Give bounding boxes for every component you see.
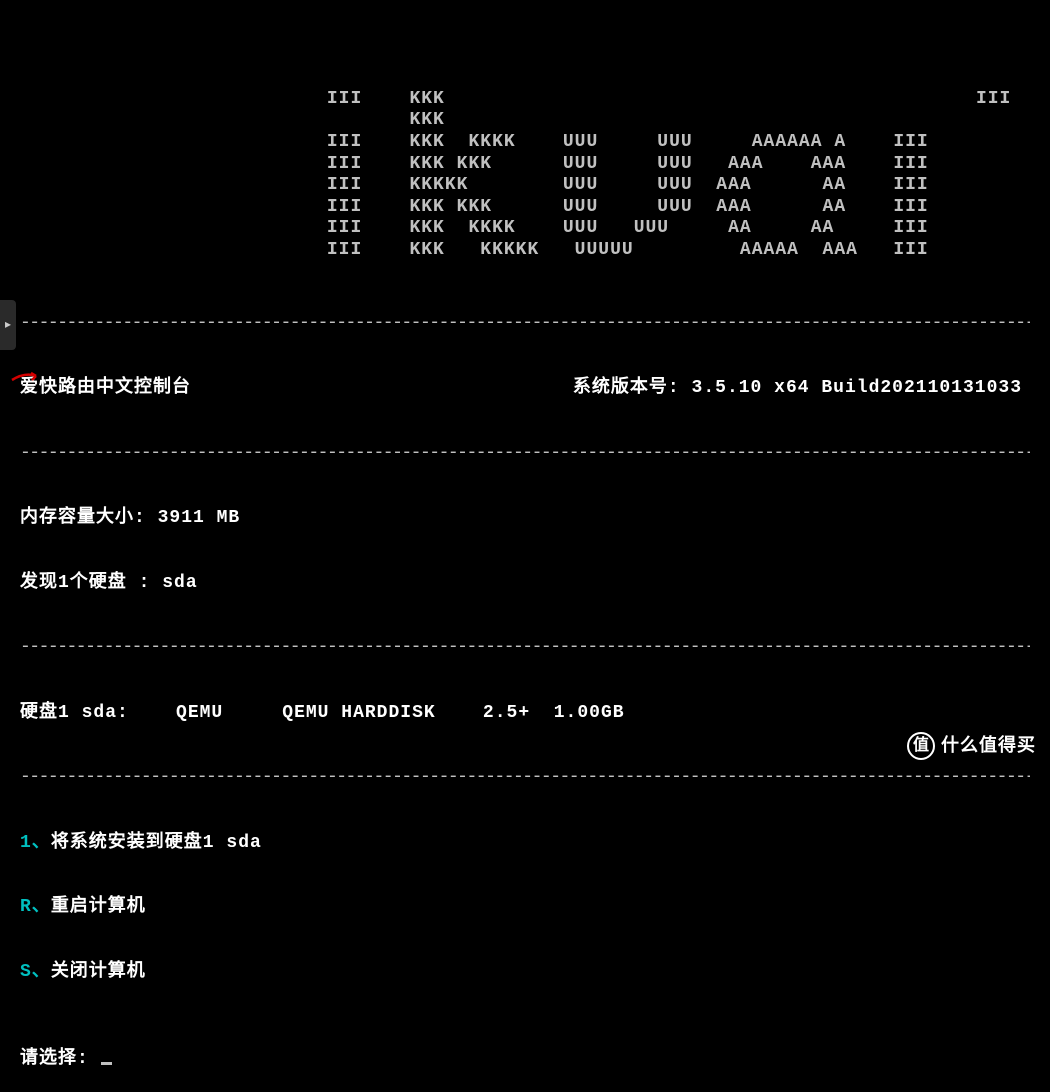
- memory-info: 内存容量大小: 3911 MB: [20, 508, 1030, 530]
- watermark: 值 什么值得买: [907, 732, 1036, 760]
- disk-detail: 硬盘1 sda: QEMU QEMU HARDDISK 2.5+ 1.00GB: [20, 703, 1030, 725]
- divider: ----------------------------------------…: [20, 637, 1030, 659]
- chevron-right-icon: ▸: [5, 318, 11, 332]
- watermark-text: 什么值得买: [941, 735, 1036, 757]
- menu-key-s: S、: [20, 962, 51, 982]
- side-tab-expand[interactable]: ▸: [0, 300, 16, 350]
- menu-item-restart[interactable]: R、重启计算机: [20, 897, 1030, 919]
- cursor-icon: [101, 1062, 112, 1065]
- prompt[interactable]: 请选择:: [20, 1049, 1030, 1071]
- ascii-logo: III KKK III KKK III KKK KKKK UUU UUU AAA…: [20, 67, 1030, 261]
- version-info: 系统版本号: 3.5.10 x64 Build202110131033: [573, 378, 1022, 400]
- menu-item-shutdown[interactable]: S、关闭计算机: [20, 962, 1030, 984]
- divider: ----------------------------------------…: [20, 443, 1030, 465]
- console-title: 爱快路由中文控制台: [20, 378, 191, 400]
- watermark-badge-icon: 值: [907, 732, 935, 760]
- menu-item-install[interactable]: 1、将系统安装到硬盘1 sda: [20, 833, 1030, 855]
- divider: ----------------------------------------…: [20, 767, 1030, 789]
- menu-key-1: 1、: [20, 833, 51, 853]
- disk-found-info: 发现1个硬盘 : sda: [20, 573, 1030, 595]
- menu-key-r: R、: [20, 897, 51, 917]
- divider: ----------------------------------------…: [20, 313, 1030, 335]
